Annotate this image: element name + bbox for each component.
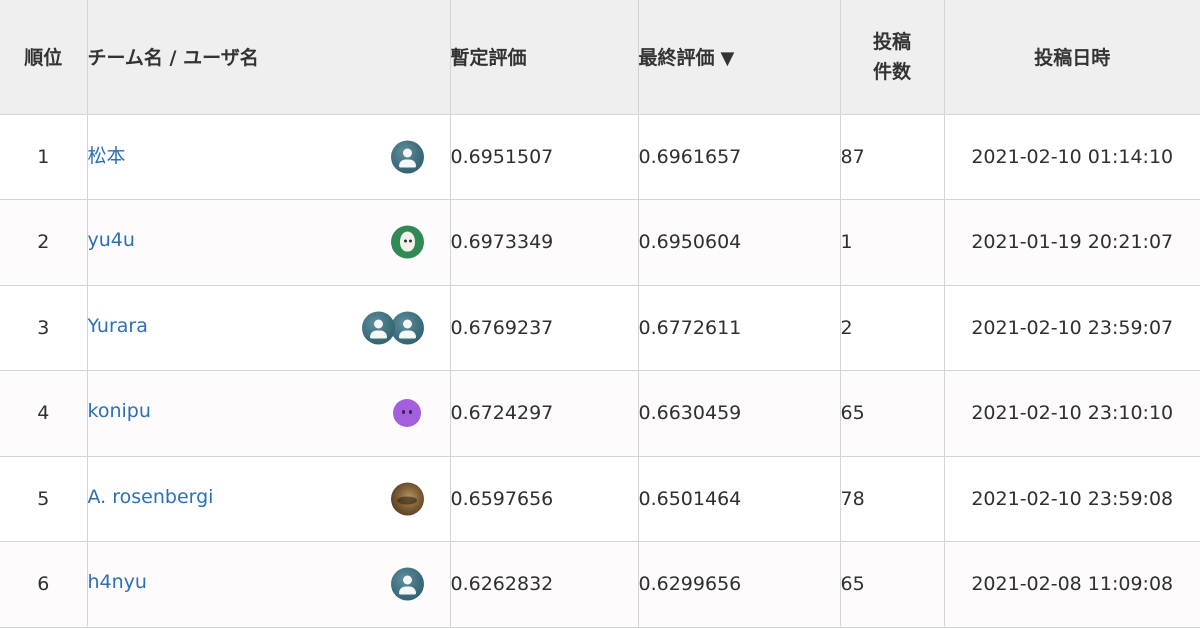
- header-final-score[interactable]: 最終評価 ▼: [638, 0, 841, 115]
- team-cell: h4nyu: [87, 541, 451, 628]
- team-cell: Yurara: [87, 285, 451, 371]
- post-count-cell: 78: [840, 456, 945, 542]
- header-post-date[interactable]: 投稿日時: [944, 0, 1200, 115]
- team-link[interactable]: A. rosenbergi: [88, 486, 214, 508]
- leaderboard-table: 順位 チーム名 / ユーザ名 暫定評価 最終評価 ▼ 投稿件数 投稿日時 1 松本…: [0, 0, 1200, 628]
- team-link[interactable]: h4nyu: [88, 571, 147, 593]
- member-avatars: [390, 567, 424, 601]
- final-score-cell: 0.6630459: [638, 370, 841, 457]
- header-post-count-line1: 投稿: [872, 30, 911, 53]
- team-cell: 松本: [87, 114, 451, 200]
- default-avatar-icon[interactable]: [390, 140, 424, 174]
- rank-cell: 6: [0, 541, 88, 628]
- post-date-cell: 2021-02-10 23:59:08: [944, 456, 1200, 542]
- sort-descending-icon: ▼: [720, 48, 735, 70]
- member-avatars: [390, 482, 424, 516]
- header-rank: 順位: [0, 0, 88, 115]
- post-date-cell: 2021-02-10 23:10:10: [944, 370, 1200, 457]
- leaderboard: 順位 チーム名 / ユーザ名 暫定評価 最終評価 ▼ 投稿件数 投稿日時 1 松本…: [0, 0, 1200, 628]
- header-team: チーム名 / ユーザ名: [87, 0, 451, 115]
- member-avatars: [390, 225, 424, 259]
- header-post-count-line2: 件数: [872, 60, 911, 83]
- final-score-cell: 0.6950604: [638, 199, 841, 286]
- post-count-cell: 65: [840, 370, 945, 457]
- team-cell: A. rosenbergi: [87, 456, 451, 542]
- provisional-score-cell: 0.6769237: [450, 285, 639, 371]
- table-row: 2 yu4u 0.6973349 0.6950604 1 2021-01-19 …: [0, 199, 1200, 286]
- team-link[interactable]: konipu: [88, 400, 151, 422]
- purple-face-avatar-icon[interactable]: [392, 399, 421, 428]
- default-avatar-icon[interactable]: [390, 567, 424, 601]
- photo-avatar-icon[interactable]: [390, 482, 424, 516]
- post-count-cell: 87: [840, 114, 945, 200]
- rank-cell: 5: [0, 456, 88, 542]
- provisional-score-cell: 0.6951507: [450, 114, 639, 200]
- final-score-cell: 0.6501464: [638, 456, 841, 542]
- team-link[interactable]: Yurara: [88, 315, 148, 337]
- provisional-score-cell: 0.6724297: [450, 370, 639, 457]
- post-count-cell: 2: [840, 285, 945, 371]
- post-date-cell: 2021-02-10 01:14:10: [944, 114, 1200, 200]
- provisional-score-cell: 0.6973349: [450, 199, 639, 286]
- team-link[interactable]: yu4u: [88, 229, 135, 251]
- header-provisional-score[interactable]: 暫定評価: [450, 0, 639, 115]
- header-final-score-label: 最終評価: [638, 47, 715, 70]
- post-date-cell: 2021-01-19 20:21:07: [944, 199, 1200, 286]
- default-avatar-icon[interactable]: [390, 311, 424, 345]
- member-avatars: [390, 140, 424, 174]
- table-row: 6 h4nyu 0.6262832 0.6299656 65 2021-02-0…: [0, 541, 1200, 628]
- member-avatars: [392, 399, 421, 428]
- rank-cell: 3: [0, 285, 88, 371]
- table-row: 3 Yurara 0.6769237 0.6772611 2 2021-02-1…: [0, 285, 1200, 371]
- provisional-score-cell: 0.6597656: [450, 456, 639, 542]
- team-cell: yu4u: [87, 199, 451, 286]
- table-row: 4 konipu 0.6724297 0.6630459 65 2021-02-…: [0, 370, 1200, 457]
- team-link[interactable]: 松本: [88, 145, 126, 167]
- default-avatar-icon[interactable]: [361, 311, 395, 345]
- final-score-cell: 0.6299656: [638, 541, 841, 628]
- rank-cell: 4: [0, 370, 88, 457]
- provisional-score-cell: 0.6262832: [450, 541, 639, 628]
- post-date-cell: 2021-02-08 11:09:08: [944, 541, 1200, 628]
- green-face-avatar-icon[interactable]: [390, 225, 424, 259]
- table-row: 5 A. rosenbergi 0.6597656 0.6501464 78 2…: [0, 456, 1200, 542]
- final-score-cell: 0.6772611: [638, 285, 841, 371]
- table-row: 1 松本 0.6951507 0.6961657 87 2021-02-10 0…: [0, 114, 1200, 200]
- post-count-cell: 1: [840, 199, 945, 286]
- table-header-row: 順位 チーム名 / ユーザ名 暫定評価 最終評価 ▼ 投稿件数 投稿日時: [0, 0, 1200, 115]
- member-avatars: [361, 311, 424, 345]
- team-cell: konipu: [87, 370, 451, 457]
- rank-cell: 2: [0, 199, 88, 286]
- post-count-cell: 65: [840, 541, 945, 628]
- rank-cell: 1: [0, 114, 88, 200]
- header-post-count[interactable]: 投稿 件数: [840, 0, 945, 115]
- final-score-cell: 0.6961657: [638, 114, 841, 200]
- post-date-cell: 2021-02-10 23:59:07: [944, 285, 1200, 371]
